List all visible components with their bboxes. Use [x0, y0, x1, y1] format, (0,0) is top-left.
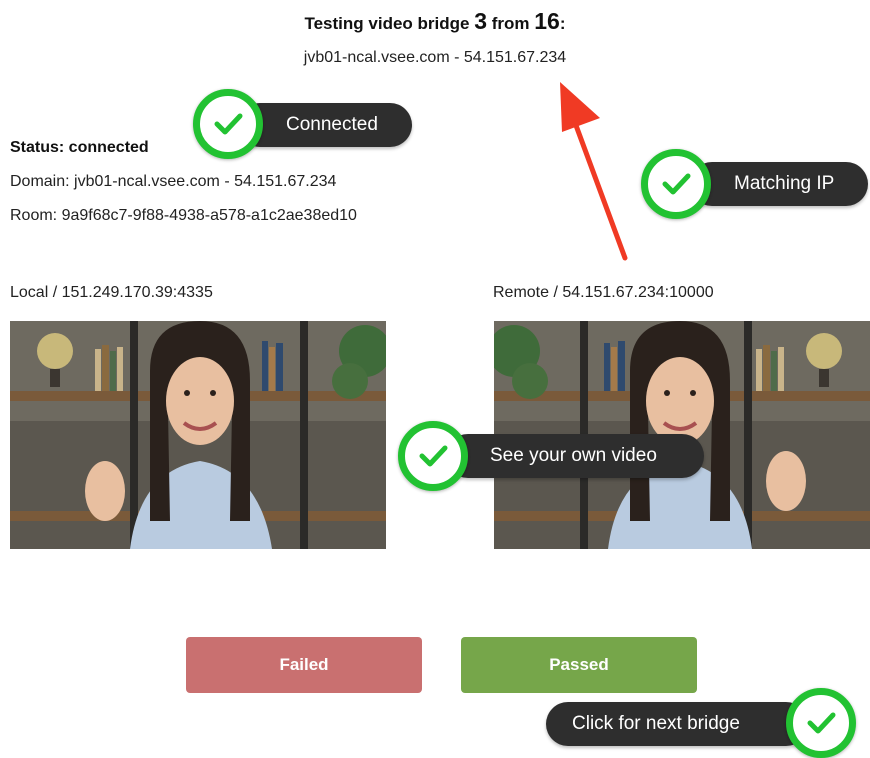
callout-click-for-next-bridge: Click for next bridge: [546, 702, 808, 746]
check-circle-icon: [786, 688, 856, 758]
check-circle-icon: [641, 149, 711, 219]
domain-text: Domain: jvb01-ncal.vsee.com - 54.151.67.…: [10, 173, 337, 190]
page-title: Testing video bridge 3 from 16:: [0, 8, 870, 35]
local-video: [10, 321, 386, 549]
title-suffix: :: [559, 14, 566, 33]
check-circle-icon: [398, 421, 468, 491]
bridge-host: jvb01-ncal.vsee.com - 54.151.67.234: [303, 49, 567, 66]
local-video-label: Local / 151.249.170.39:4335: [10, 284, 213, 301]
bridge-number: 3: [474, 8, 487, 34]
callout-see-your-own-video: See your own video: [446, 434, 704, 478]
callout-connected: Connected: [238, 103, 412, 147]
callout-see-video-label: See your own video: [490, 445, 657, 466]
title-prefix: Testing video bridge: [304, 14, 470, 33]
callout-matching-ip: Matching IP: [690, 162, 868, 206]
video-bridge-test-page: Testing video bridge 3 from 16: jvb01-nc…: [0, 0, 870, 758]
status-text: Status: connected: [10, 139, 149, 156]
check-circle-icon: [193, 89, 263, 159]
bridge-total: 16: [534, 8, 560, 34]
red-arrow-annotation-icon: [560, 82, 628, 261]
room-text: Room: 9a9f68c7-9f88-4938-a578-a1c2ae38ed…: [10, 207, 357, 224]
callout-connected-label: Connected: [286, 114, 378, 135]
passed-button[interactable]: Passed: [461, 637, 697, 693]
callout-next-bridge-label: Click for next bridge: [572, 713, 740, 734]
callout-matching-ip-label: Matching IP: [734, 173, 835, 194]
title-mid: from: [491, 14, 530, 33]
failed-button[interactable]: Failed: [186, 637, 422, 693]
remote-video-label: Remote / 54.151.67.234:10000: [493, 284, 714, 301]
